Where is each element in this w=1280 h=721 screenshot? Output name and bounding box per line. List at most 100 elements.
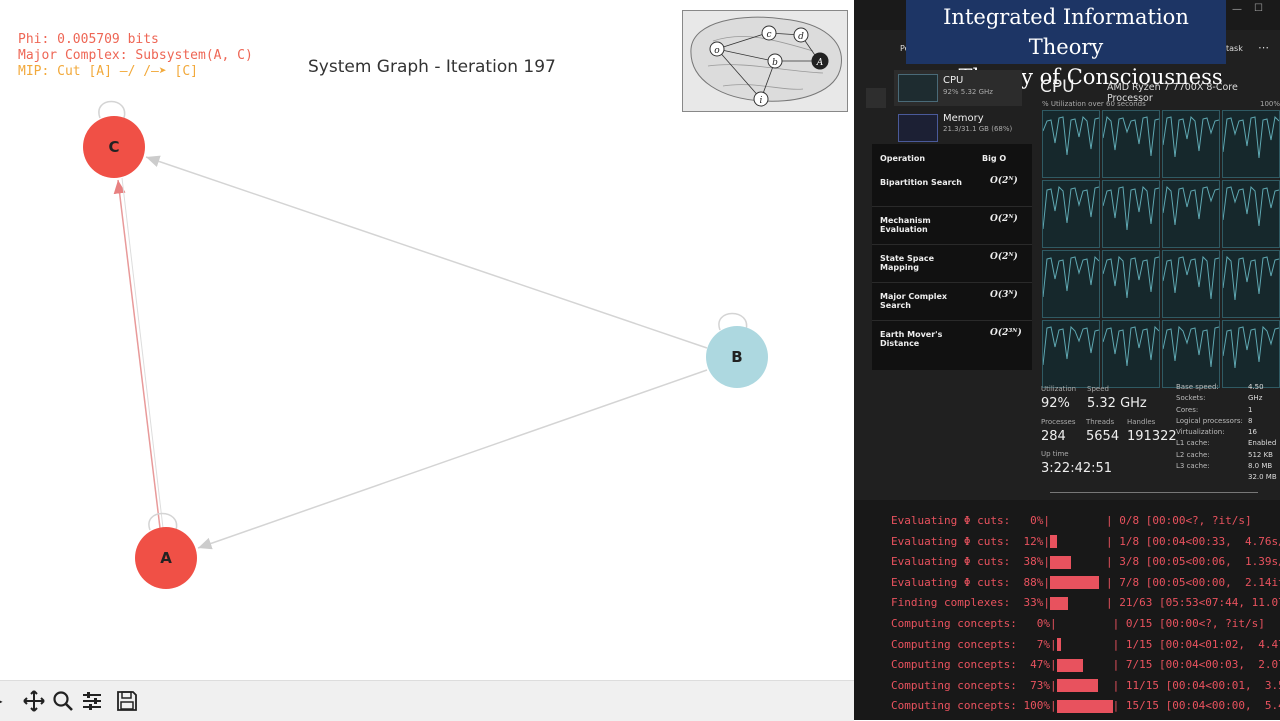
edge-b-to-c <box>145 155 708 349</box>
progress-stats: | 1/8 [00:04<00:33, 4.76s/it] <box>1105 534 1280 548</box>
utilization-value: 92% <box>1041 396 1070 411</box>
zoom-icon[interactable] <box>51 689 75 713</box>
edge-c-to-a <box>121 177 164 529</box>
maximize-icon[interactable]: ☐ <box>1254 3 1263 14</box>
progress-bar <box>1049 576 1099 590</box>
progress-line: Evaluating Φ cuts: 88%| | 7/8 [00:05<00:0… <box>891 575 1280 591</box>
progress-stats: | 15/15 [00:04<00:00, 5.45it/s] <box>1112 699 1280 713</box>
spec-label: Cores: <box>1176 405 1199 414</box>
core-graph <box>1222 180 1280 248</box>
progress-track <box>1057 616 1113 632</box>
progress-percent: 73% <box>1023 678 1050 692</box>
progress-label: Computing concepts: <box>891 658 1017 672</box>
node-a-label: A <box>160 549 172 567</box>
node-a[interactable]: A <box>135 527 197 589</box>
progress-bar <box>1056 699 1113 713</box>
core-graph <box>1102 320 1160 388</box>
progress-percent: 0% <box>1016 514 1044 527</box>
spec-label: Logical processors: <box>1176 416 1243 425</box>
operation-name-cont: Search <box>880 301 911 310</box>
progress-stats: | 3/8 [00:05<00:06, 1.39s/it] <box>1105 555 1280 569</box>
progress-stats: | 11/15 [00:04<00:01, 3.58it/s] <box>1112 678 1280 692</box>
complexity-value: O(2ᴺ) <box>990 214 1018 224</box>
complexity-value: O(2³ᴺ) <box>990 328 1022 338</box>
phi-value: Phi: 0.005709 bits <box>18 32 159 47</box>
row-divider <box>872 244 1032 245</box>
header-operation: Operation <box>880 154 926 163</box>
banner-line1: Integrated Information Theory <box>943 5 1189 59</box>
spec-label: Base speed: <box>1176 383 1219 391</box>
configure-icon[interactable] <box>80 689 104 713</box>
core-graph <box>1162 180 1220 248</box>
progress-stats: | 0/15 [00:00<?, ?it/s] <box>1112 617 1265 630</box>
sidebar-item-memory[interactable]: Memory 21.3/31.1 GB (68%) <box>894 110 1022 146</box>
utilization-caption: % Utilization over 60 seconds <box>1042 100 1146 108</box>
complexity-value: O(2ᴺ) <box>990 252 1018 262</box>
progress-percent: 88% <box>1016 575 1044 589</box>
tab-fragment-right[interactable]: task <box>1226 44 1243 53</box>
minimize-icon[interactable]: — <box>1232 4 1242 15</box>
progress-stats: | 7/8 [00:05<00:00, 2.14it/s] <box>1105 575 1280 589</box>
operation-name-cont: Evaluation <box>880 225 928 234</box>
node-c[interactable]: C <box>83 116 145 178</box>
brain-diagram-inset: o c d b A i <box>682 10 848 112</box>
spec-label: L1 cache: <box>1176 439 1210 448</box>
header-bigo: Big O <box>982 154 1007 163</box>
spec-value: 512 KB <box>1248 450 1273 459</box>
spec-label: L2 cache: <box>1176 450 1210 459</box>
sidebar-memory-sub: 21.3/31.1 GB (68%) <box>943 125 1013 133</box>
processes-label: Processes <box>1041 418 1076 426</box>
sidebar-item-cpu[interactable]: CPU 92% 5.32 GHz <box>894 70 1022 106</box>
graph-title: System Graph - Iteration 197 <box>308 57 556 77</box>
core-graph <box>1162 110 1220 178</box>
complexity-row: Bipartition Search O(2ᴺ) <box>872 176 1032 207</box>
core-graph <box>1222 110 1280 178</box>
complexity-value: O(3ᴺ) <box>990 290 1018 300</box>
handles-value: 191322 <box>1127 429 1177 444</box>
core-graph <box>1102 250 1160 318</box>
progress-line: Computing concepts: 7%| | 1/15 [00:04<01:… <box>891 637 1280 653</box>
progress-label: Evaluating Φ cuts: <box>891 514 1011 527</box>
save-icon[interactable] <box>115 689 139 713</box>
spec-value: 8.0 MB <box>1248 462 1273 471</box>
core-graph <box>1222 320 1280 388</box>
complexity-table: Operation Big O Bipartition Search O(2ᴺ) M… <box>872 144 1032 370</box>
core-graph <box>1222 250 1280 318</box>
spec-label: Virtualization: <box>1176 428 1225 437</box>
progress-track <box>1056 657 1113 673</box>
spec-value: 16 <box>1248 428 1257 437</box>
row-divider <box>872 320 1032 321</box>
progress-line: Computing concepts: 73%| | 11/15 [00:04<0… <box>891 678 1280 694</box>
core-graph <box>1162 250 1220 318</box>
progress-label: Computing concepts: <box>891 637 1017 651</box>
inset-label-d: d <box>798 32 804 42</box>
progress-stats: | 0/8 [00:00<?, ?it/s] <box>1105 514 1252 527</box>
cpu-heading: CPU <box>1040 77 1075 97</box>
threads-label: Threads <box>1086 418 1115 426</box>
more-options-icon[interactable]: ⋯ <box>1258 41 1269 54</box>
progress-line: Computing concepts: 0%| | 0/15 [00:00<?, … <box>891 616 1265 632</box>
complexity-row: Mechanism Evaluation O(2ᴺ) <box>872 214 1032 245</box>
sidebar-cpu-title: CPU <box>943 75 964 86</box>
row-divider <box>872 206 1032 207</box>
core-graph <box>1042 250 1100 318</box>
utilization-max: 100% <box>1260 100 1280 108</box>
complexity-row: Major Complex Search O(3ᴺ) <box>872 290 1032 321</box>
progress-bar <box>1056 679 1098 693</box>
divider <box>1050 492 1258 493</box>
pan-icon[interactable] <box>22 689 46 713</box>
node-c-label: C <box>108 138 119 156</box>
processes-value: 284 <box>1041 429 1066 444</box>
progress-percent: 47% <box>1023 658 1050 672</box>
progress-bar <box>1049 535 1057 549</box>
core-graph <box>1042 110 1100 178</box>
nav-icon[interactable] <box>866 88 886 108</box>
node-b[interactable]: B <box>706 326 768 388</box>
progress-percent: 7% <box>1023 637 1050 651</box>
operation-name-cont: Distance <box>880 339 920 348</box>
operation-name-cont: Mapping <box>880 263 919 272</box>
title-banner: Integrated Information Theory as a Theor… <box>906 0 1226 89</box>
spec-value: 8 <box>1248 416 1253 425</box>
back-icon[interactable]: ▶ <box>0 689 10 713</box>
spec-value: 4.50 GHz <box>1248 383 1264 403</box>
